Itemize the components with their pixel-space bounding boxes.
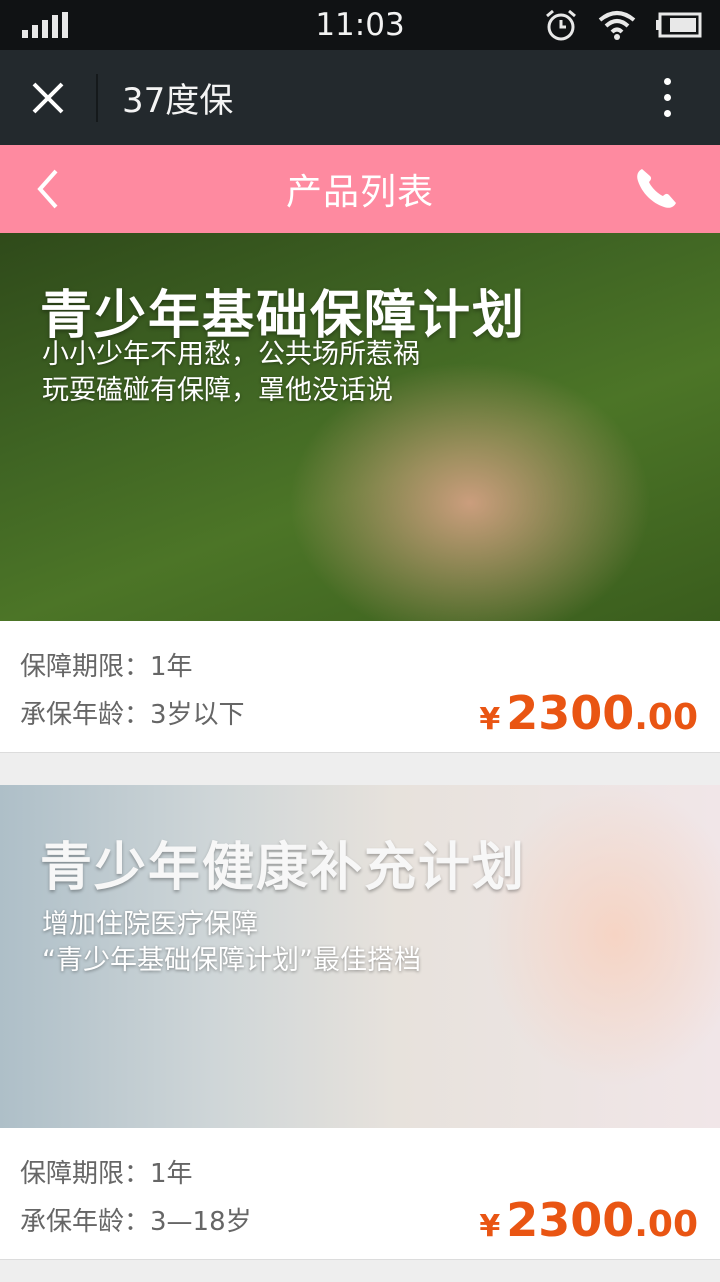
back-button[interactable]: [30, 167, 70, 211]
age-value: 3岁以下: [150, 700, 245, 730]
product-info: 保障期限：1年 承保年龄：3—18岁 ¥2300.00: [0, 1128, 720, 1260]
app-title: 37度保: [122, 81, 234, 121]
banner-subtitle: 小小少年不用愁，公共场所惹祸 玩耍磕碰有保障，罩他没话说: [42, 337, 420, 409]
product-banner[interactable]: 青少年健康补充计划 增加住院医疗保障 “青少年基础保障计划”最佳搭档: [0, 785, 720, 1128]
price-decimal: .00: [634, 1204, 698, 1245]
title-bar: 37度保: [0, 50, 720, 145]
age-label: 承保年龄：: [20, 1207, 151, 1237]
price: ¥2300.00: [479, 686, 698, 740]
period-value: 1年: [150, 652, 193, 682]
more-dot: [663, 94, 671, 101]
age-label: 承保年龄：: [20, 700, 151, 730]
currency-symbol: ¥: [479, 702, 501, 737]
chevron-left-icon: [37, 169, 58, 209]
price-decimal: .00: [634, 697, 698, 738]
banner-subtitle-line: 玩耍磕碰有保障，罩他没话说: [42, 375, 393, 406]
more-dot: [663, 78, 671, 85]
product-banner[interactable]: 青少年基础保障计划 小小少年不用愁，公共场所惹祸 玩耍磕碰有保障，罩他没话说: [0, 233, 720, 621]
product-card[interactable]: 青少年基础保障计划 小小少年不用愁，公共场所惹祸 玩耍磕碰有保障，罩他没话说 保…: [0, 233, 720, 753]
period-label: 保障期限：: [20, 1159, 151, 1189]
price-integer: 2300: [506, 686, 635, 740]
banner-subtitle-line: 小小少年不用愁，公共场所惹祸: [42, 339, 420, 370]
period-value: 1年: [150, 1159, 193, 1189]
status-bar: 11:03: [0, 0, 720, 50]
price-integer: 2300: [506, 1193, 635, 1247]
age-value: 3—18岁: [150, 1207, 252, 1237]
card-gap: [0, 753, 720, 785]
wifi-icon: [598, 11, 636, 40]
product-card[interactable]: 青少年健康补充计划 增加住院医疗保障 “青少年基础保障计划”最佳搭档 保障期限：…: [0, 785, 720, 1260]
page-title: 产品列表: [285, 172, 434, 213]
phone-button[interactable]: [632, 165, 680, 213]
signal-icon: [22, 12, 68, 38]
banner-subtitle-line: 增加住院医疗保障: [42, 909, 258, 940]
period-label: 保障期限：: [20, 652, 151, 682]
more-dot: [663, 110, 671, 117]
period-row: 保障期限：1年: [20, 1150, 700, 1198]
close-button[interactable]: [0, 50, 96, 145]
close-icon: [32, 82, 64, 113]
price: ¥2300.00: [479, 1193, 698, 1247]
alarm-icon: [546, 9, 576, 41]
page-header: 产品列表: [0, 145, 720, 233]
divider: [96, 73, 98, 122]
period-row: 保障期限：1年: [20, 643, 700, 691]
product-info: 保障期限：1年 承保年龄：3岁以下 ¥2300.00: [0, 621, 720, 753]
battery-icon: [656, 12, 702, 38]
banner-subtitle-line: “青少年基础保障计划”最佳搭档: [42, 945, 421, 976]
currency-symbol: ¥: [479, 1209, 501, 1244]
more-menu-button[interactable]: [652, 50, 682, 145]
banner-subtitle: 增加住院医疗保障 “青少年基础保障计划”最佳搭档: [42, 907, 421, 979]
phone-icon: [637, 169, 676, 208]
banner-title: 青少年健康补充计划: [40, 838, 527, 898]
